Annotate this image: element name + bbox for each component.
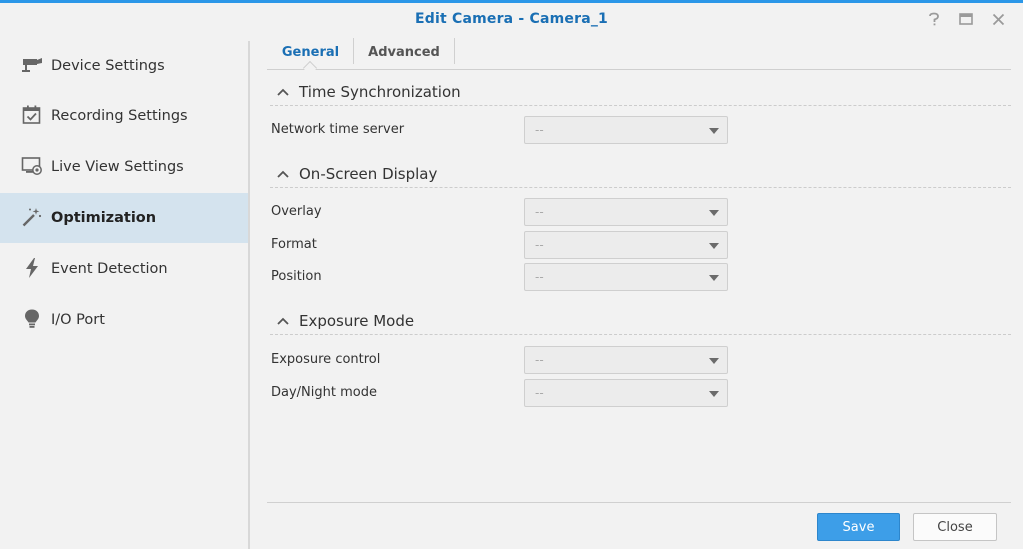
field-label-format: Format xyxy=(271,237,317,252)
sidebar-item-label: Live View Settings xyxy=(51,159,184,175)
dropdown-arrow-icon xyxy=(709,358,719,364)
dropdown-arrow-icon xyxy=(709,243,719,249)
tab-bar: General Advanced xyxy=(267,36,1011,76)
select-value: -- xyxy=(535,386,544,400)
section-title: Time Synchronization xyxy=(299,83,461,101)
tab-advanced[interactable]: Advanced xyxy=(357,36,451,69)
overlay-select[interactable]: -- xyxy=(524,198,728,226)
sidebar-item-label: Optimization xyxy=(51,210,157,226)
title-bar: Edit Camera - Camera_1 xyxy=(0,3,1023,37)
dropdown-arrow-icon xyxy=(709,391,719,397)
close-button[interactable]: Close xyxy=(913,513,997,541)
field-label-day-night-mode: Day/Night mode xyxy=(271,385,377,400)
field-label-exposure-control: Exposure control xyxy=(271,352,381,367)
field-label-overlay: Overlay xyxy=(271,204,322,219)
save-button[interactable]: Save xyxy=(817,513,900,541)
lightning-icon xyxy=(21,257,43,279)
section-title: Exposure Mode xyxy=(299,312,415,330)
camera-icon xyxy=(21,54,43,76)
exposure-control-select[interactable]: -- xyxy=(524,346,728,374)
sidebar-item-optimization[interactable]: Optimization xyxy=(0,193,249,243)
select-value: -- xyxy=(535,353,544,367)
magic-wand-icon xyxy=(21,206,43,228)
chevron-up-icon xyxy=(277,317,289,325)
sidebar-item-live-view-settings[interactable]: Live View Settings xyxy=(0,142,249,192)
chevron-up-icon xyxy=(277,170,289,178)
sidebar-item-label: I/O Port xyxy=(51,312,105,328)
section-title: On-Screen Display xyxy=(299,165,438,183)
field-label-position: Position xyxy=(271,269,322,284)
sidebar-divider xyxy=(248,41,250,549)
select-value: -- xyxy=(535,123,544,137)
sidebar-item-label: Device Settings xyxy=(51,58,165,74)
lightbulb-icon xyxy=(21,308,43,330)
window-title: Edit Camera - Camera_1 xyxy=(415,11,608,27)
position-select[interactable]: -- xyxy=(524,263,728,291)
sidebar-item-label: Event Detection xyxy=(51,261,168,277)
close-icon[interactable] xyxy=(988,9,1008,29)
footer-divider xyxy=(267,502,1011,503)
dropdown-arrow-icon xyxy=(709,275,719,281)
tab-divider xyxy=(454,38,455,64)
section-header-exposure-mode[interactable]: Exposure Mode xyxy=(270,309,1011,335)
tab-divider xyxy=(353,38,354,64)
section-header-on-screen-display[interactable]: On-Screen Display xyxy=(270,162,1011,188)
sidebar: Device Settings Recording Settings Live … xyxy=(0,41,249,549)
field-label-network-time-server: Network time server xyxy=(271,122,405,137)
network-time-server-select[interactable]: -- xyxy=(524,116,728,144)
select-value: -- xyxy=(535,205,544,219)
chevron-up-icon xyxy=(277,88,289,96)
dropdown-arrow-icon xyxy=(709,128,719,134)
format-select[interactable]: -- xyxy=(524,231,728,259)
day-night-mode-select[interactable]: -- xyxy=(524,379,728,407)
select-value: -- xyxy=(535,238,544,252)
maximize-icon[interactable] xyxy=(956,9,976,29)
sidebar-item-event-detection[interactable]: Event Detection xyxy=(0,244,249,294)
help-icon[interactable] xyxy=(924,9,944,29)
sidebar-item-device-settings[interactable]: Device Settings xyxy=(0,41,249,91)
sidebar-item-recording-settings[interactable]: Recording Settings xyxy=(0,91,249,141)
section-header-time-synchronization[interactable]: Time Synchronization xyxy=(270,80,1011,106)
calendar-check-icon xyxy=(21,104,43,126)
monitor-icon xyxy=(21,155,43,177)
select-value: -- xyxy=(535,270,544,284)
sidebar-item-io-port[interactable]: I/O Port xyxy=(0,295,249,345)
sidebar-item-label: Recording Settings xyxy=(51,108,188,124)
dropdown-arrow-icon xyxy=(709,210,719,216)
